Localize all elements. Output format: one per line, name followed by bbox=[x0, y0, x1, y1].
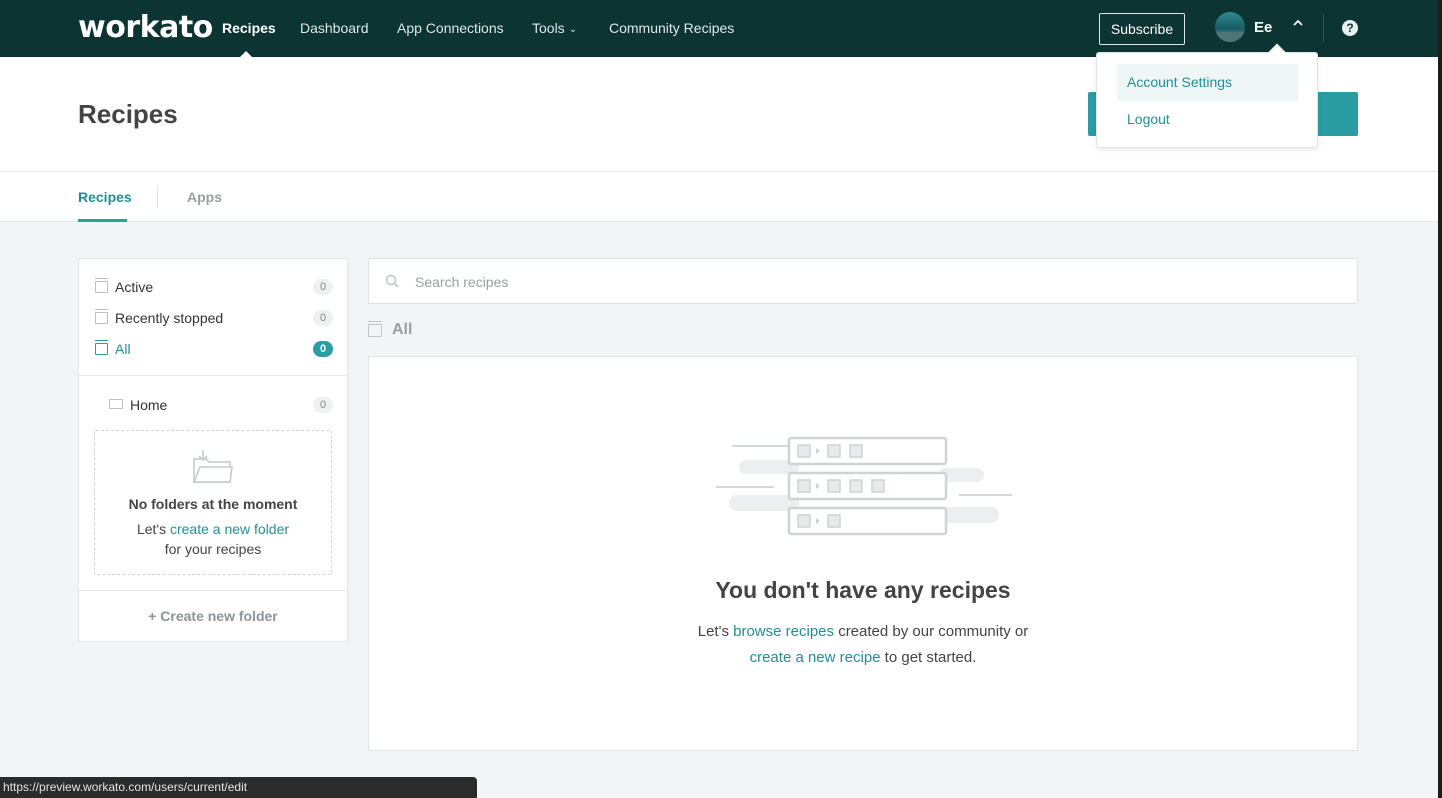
text-prefix: Let's bbox=[136, 521, 167, 537]
status-bar-url: https://preview.workato.com/users/curren… bbox=[0, 777, 477, 798]
create-recipe-link[interactable]: create a new recipe bbox=[750, 649, 881, 666]
filter-all[interactable]: All 0 bbox=[95, 338, 333, 360]
top-nav: workato Recipes Dashboard App Connection… bbox=[0, 0, 1442, 57]
empty-recipes-text-2: create a new recipe to get started. bbox=[369, 649, 1357, 666]
filter-recently-stopped[interactable]: Recently stopped 0 bbox=[95, 307, 333, 329]
empty-folders-title: No folders at the moment bbox=[128, 496, 298, 512]
nav-tools-label: Tools bbox=[532, 20, 565, 36]
recipes-stack-icon bbox=[95, 340, 108, 355]
create-folder-link[interactable]: create a new folder bbox=[170, 521, 289, 537]
tab-recipes[interactable]: Recipes bbox=[78, 189, 132, 205]
folder-count: 0 bbox=[313, 397, 333, 413]
folder-icon bbox=[109, 399, 123, 409]
user-name[interactable]: Ee bbox=[1254, 19, 1272, 36]
menu-item-account-settings[interactable]: Account Settings bbox=[1117, 64, 1298, 101]
search-input[interactable] bbox=[415, 272, 1315, 292]
filter-count: 0 bbox=[313, 279, 333, 295]
active-tab-underline bbox=[78, 219, 127, 222]
search-box bbox=[368, 258, 1358, 304]
empty-recipes-illustration bbox=[716, 436, 1012, 536]
chevron-up-icon[interactable] bbox=[1292, 17, 1304, 32]
recipes-stack-icon bbox=[368, 321, 382, 337]
filter-count: 0 bbox=[313, 341, 333, 357]
nav-tools[interactable]: Tools ⌄ bbox=[532, 20, 577, 36]
search-icon bbox=[385, 274, 399, 288]
user-menu-dropdown: Account Settings Logout bbox=[1096, 43, 1318, 148]
folder-home[interactable]: Home 0 bbox=[109, 394, 333, 416]
create-folder-button[interactable]: + Create new folder bbox=[79, 608, 347, 624]
window-edge bbox=[1438, 0, 1442, 798]
nav-divider bbox=[1323, 14, 1324, 42]
filter-count: 0 bbox=[313, 310, 333, 326]
filter-label: Active bbox=[115, 279, 154, 295]
list-heading-label: All bbox=[392, 321, 413, 338]
tab-apps[interactable]: Apps bbox=[187, 189, 222, 205]
chevron-down-icon: ⌄ bbox=[568, 24, 578, 35]
tab-separator bbox=[157, 186, 158, 208]
filter-label: Recently stopped bbox=[115, 310, 224, 326]
divider bbox=[79, 375, 347, 376]
recipes-stack-icon bbox=[95, 309, 108, 324]
empty-folders-text-2: for your recipes bbox=[164, 541, 262, 557]
folder-label: Home bbox=[130, 397, 168, 413]
empty-folders-text: Let's create a new folder bbox=[95, 521, 331, 537]
empty-recipes-title: You don't have any recipes bbox=[715, 577, 1011, 603]
workato-logo[interactable]: workato bbox=[78, 10, 213, 45]
filter-active[interactable]: Active 0 bbox=[95, 276, 333, 298]
nav-app-connections[interactable]: App Connections bbox=[397, 20, 504, 36]
divider bbox=[79, 590, 347, 591]
empty-recipes-panel: You don't have any recipes Let's browse … bbox=[368, 356, 1358, 751]
page-title: Recipes bbox=[78, 99, 178, 129]
nav-recipes[interactable]: Recipes bbox=[222, 20, 276, 36]
nav-community-recipes[interactable]: Community Recipes bbox=[609, 20, 734, 36]
subscribe-button[interactable]: Subscribe bbox=[1099, 13, 1185, 45]
tabs-bar: Recipes Apps bbox=[0, 172, 1438, 222]
empty-folders-box: No folders at the moment Let's create a … bbox=[94, 430, 332, 575]
recipes-stack-icon bbox=[95, 278, 108, 293]
help-icon[interactable]: ? bbox=[1342, 20, 1358, 36]
text-suffix: to get started. bbox=[884, 649, 977, 666]
nav-dashboard[interactable]: Dashboard bbox=[300, 20, 369, 36]
browse-recipes-link[interactable]: browse recipes bbox=[733, 623, 834, 640]
filter-label: All bbox=[115, 341, 131, 357]
text-prefix: Let's bbox=[697, 623, 729, 640]
avatar[interactable] bbox=[1215, 12, 1245, 42]
menu-item-logout[interactable]: Logout bbox=[1117, 101, 1298, 138]
sidebar: Active 0 Recently stopped 0 All 0 Home 0… bbox=[78, 258, 348, 642]
text-suffix: created by our community or bbox=[838, 623, 1029, 640]
empty-recipes-text: Let's browse recipes created by our comm… bbox=[369, 623, 1357, 640]
folder-download-icon bbox=[192, 450, 233, 483]
